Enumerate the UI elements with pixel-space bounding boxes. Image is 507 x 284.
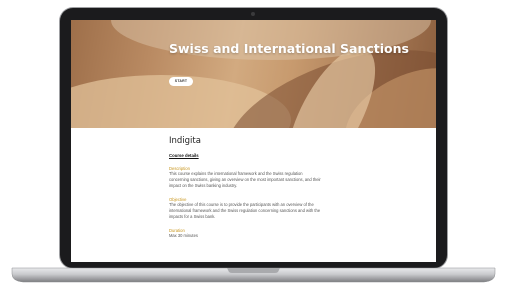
laptop-mockup: Swiss and International Sanctions START … (0, 0, 507, 284)
laptop-base (11, 267, 496, 283)
